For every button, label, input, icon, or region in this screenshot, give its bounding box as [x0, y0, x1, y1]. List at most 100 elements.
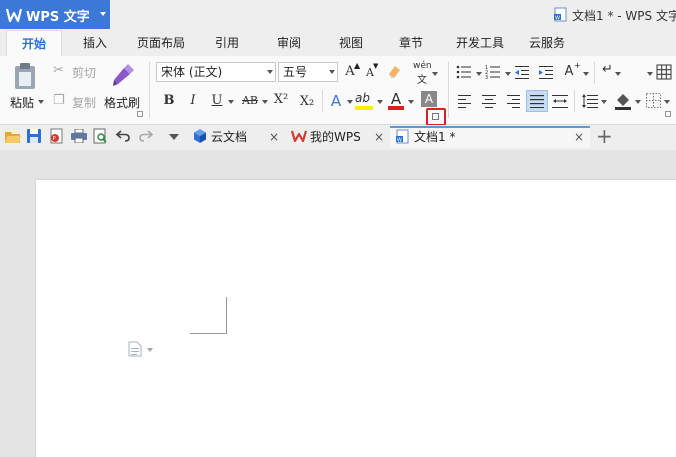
save-icon[interactable] [27, 129, 41, 143]
shading-fill-icon[interactable] [614, 92, 632, 110]
paragraph-mark-icon[interactable]: ↵ [602, 62, 613, 77]
format-painter-button[interactable]: 格式刷 [104, 94, 140, 111]
line-spacing-caret-icon[interactable] [601, 100, 607, 104]
cut-button[interactable]: 剪切 [72, 64, 96, 81]
pinyin-char-icon: 文 [417, 75, 427, 86]
window-title: 文档1 * - WPS 文字 [572, 9, 676, 23]
scissors-icon: ✂ [53, 63, 64, 78]
format-painter-icon[interactable] [110, 62, 136, 88]
tab-page-layout[interactable]: 页面布局 [128, 30, 194, 56]
svg-text:W: W [397, 138, 402, 144]
align-justify-button[interactable] [526, 90, 548, 112]
shading-caret-icon[interactable] [635, 100, 641, 104]
font-color-caret-icon[interactable] [408, 100, 414, 104]
tab-insert[interactable]: 插入 [70, 30, 120, 56]
sort-caret-icon[interactable] [647, 72, 653, 76]
tab-my-wps[interactable]: 我的WPS [310, 126, 361, 148]
change-case-plus-icon: + [574, 61, 581, 70]
text-effect-caret-icon[interactable] [347, 100, 353, 104]
tab-references[interactable]: 引用 [204, 30, 250, 56]
borders-icon[interactable] [646, 93, 661, 108]
underline-button[interactable]: U [210, 92, 224, 110]
text-effect-button[interactable]: A [328, 92, 344, 110]
char-shading-button[interactable]: A [421, 91, 437, 107]
tab-cloud-services[interactable]: 云服务 [522, 30, 572, 56]
paragraph-launcher-icon[interactable] [665, 111, 671, 117]
cloud-docs-cube-icon [194, 129, 206, 143]
decrease-indent-icon[interactable] [514, 64, 530, 80]
strikethrough-button[interactable]: AB [238, 92, 262, 110]
table-grid-icon[interactable] [656, 64, 672, 80]
paragraph-mark-caret-icon[interactable] [615, 72, 621, 76]
copy-button[interactable]: 复制 [72, 94, 96, 111]
tab-home[interactable]: 开始 [6, 30, 62, 56]
pinyin-caret-icon[interactable] [432, 72, 438, 76]
font-size-caret-icon[interactable] [329, 70, 335, 74]
wps-logo-icon [6, 8, 22, 23]
distribute-align-icon[interactable] [552, 94, 568, 108]
clipboard-launcher-icon[interactable] [137, 111, 143, 117]
page-margin-marker [190, 297, 227, 334]
tab-cloud-docs[interactable]: 云文档 [211, 126, 247, 148]
font-dialog-launcher-icon[interactable] [432, 113, 439, 120]
highlight-caret-icon[interactable] [377, 100, 383, 104]
font-name-caret-icon[interactable] [267, 70, 273, 74]
numbered-list-icon[interactable]: 1 2 3 [485, 64, 501, 80]
bullet-list-icon[interactable] [456, 64, 472, 80]
align-left-icon[interactable] [458, 94, 472, 108]
align-center-icon[interactable] [482, 94, 496, 108]
export-pdf-icon[interactable]: P [49, 128, 65, 144]
document-icon: W [554, 7, 567, 22]
close-cloud-docs-icon[interactable]: × [269, 126, 279, 148]
bold-button[interactable]: B [162, 92, 176, 110]
strikethrough-caret-icon[interactable] [262, 100, 268, 104]
svg-text:W: W [555, 16, 560, 22]
ribbon-separator [594, 62, 595, 84]
quick-access-more-icon[interactable] [169, 134, 179, 140]
clear-format-icon[interactable] [386, 62, 404, 80]
increase-indent-icon[interactable] [538, 64, 554, 80]
paragraph-layout-icon[interactable] [128, 341, 142, 357]
document-tab-label[interactable]: 文档1 * [414, 126, 455, 148]
print-icon[interactable] [71, 129, 87, 143]
redo-icon[interactable] [139, 130, 153, 142]
tab-view[interactable]: 视图 [328, 30, 374, 56]
app-menu-button[interactable]: WPS 文字 [0, 0, 110, 29]
grow-font-arrow-icon: ▲ [354, 61, 361, 70]
tab-developer-tools[interactable]: 开发工具 [448, 30, 512, 56]
change-case-caret-icon[interactable] [583, 72, 589, 76]
numbered-list-caret-icon[interactable] [505, 72, 511, 76]
tab-section[interactable]: 章节 [388, 30, 434, 56]
superscript-button[interactable]: X² [271, 91, 291, 109]
highlight-button[interactable]: ab [355, 91, 370, 105]
undo-icon[interactable] [116, 130, 130, 142]
subscript-button[interactable]: X₂ [297, 93, 317, 111]
close-my-wps-icon[interactable]: × [374, 126, 384, 148]
close-document-icon[interactable]: × [574, 126, 584, 148]
paragraph-layout-caret-icon[interactable] [147, 348, 153, 352]
line-spacing-icon[interactable] [582, 94, 598, 108]
word-doc-icon: W [396, 129, 409, 144]
tab-review[interactable]: 审阅 [266, 30, 312, 56]
wps-logo-red-icon [291, 130, 307, 142]
ribbon-separator [322, 90, 323, 112]
paste-button[interactable]: 粘贴 [10, 94, 34, 111]
borders-caret-icon[interactable] [664, 100, 670, 104]
svg-text:P: P [53, 136, 56, 142]
font-name-select[interactable]: 宋体 (正文) [156, 62, 276, 82]
underline-caret-icon[interactable] [228, 100, 234, 104]
shrink-font-arrow-icon: ▼ [373, 62, 379, 70]
pinyin-button[interactable]: wén [413, 61, 432, 71]
highlight-color-swatch [355, 106, 373, 110]
font-color-swatch [388, 106, 404, 110]
open-folder-icon[interactable] [5, 130, 21, 144]
new-tab-button[interactable]: + [596, 124, 613, 148]
paste-icon[interactable] [12, 62, 38, 90]
document-page[interactable] [36, 180, 676, 457]
italic-button[interactable]: I [186, 92, 200, 110]
bullet-list-caret-icon[interactable] [476, 72, 482, 76]
print-preview-icon[interactable] [93, 128, 108, 144]
ribbon-separator [149, 62, 150, 118]
align-right-icon[interactable] [506, 94, 520, 108]
paste-caret-icon[interactable] [38, 100, 44, 104]
